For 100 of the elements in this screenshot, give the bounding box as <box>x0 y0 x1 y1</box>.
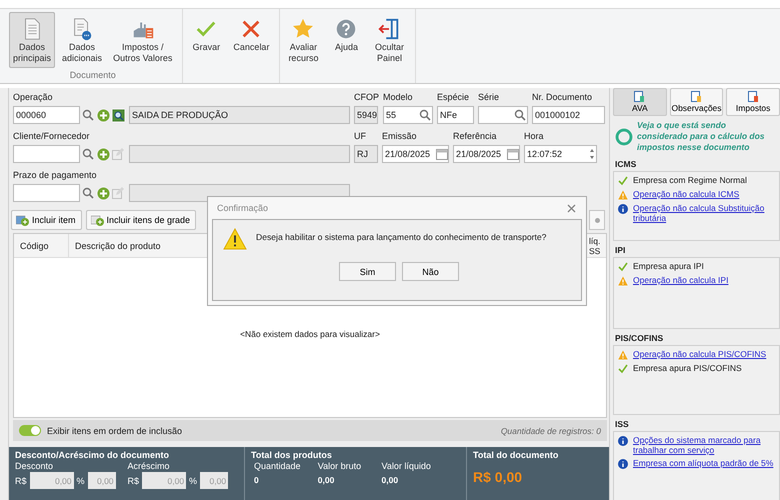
column-header: Código <box>14 234 69 257</box>
info-icon <box>618 436 628 446</box>
toggle-label: Exibir itens em ordem de inclusão <box>47 426 182 436</box>
ribbon-button[interactable]: Ajuda <box>326 12 366 57</box>
record-count: Quantidade de registros: 0 <box>500 426 601 436</box>
field-label: Desconto <box>15 461 54 471</box>
ribbon-button[interactable]: Impostos / Outros Valores <box>109 12 176 68</box>
total-value: 0,00 <box>318 475 336 485</box>
add-item-button[interactable]: Incluir item <box>11 210 82 230</box>
section-title: PIS/COFINS <box>614 332 664 345</box>
field-label: Referência <box>453 130 498 143</box>
input-field[interactable]: RJ <box>354 145 378 163</box>
ribbon-button[interactable]: Avaliar recurso <box>283 12 324 68</box>
field-label: Acréscimo <box>128 461 171 471</box>
section-title: ISS <box>614 418 630 431</box>
group-label: Documento <box>68 70 117 82</box>
date-field[interactable]: 21/08/2025 <box>382 145 449 163</box>
input-field[interactable] <box>478 106 528 124</box>
section-title: Total dos produtos <box>251 450 333 460</box>
toggle-switch[interactable] <box>19 425 41 436</box>
info-icon <box>618 204 628 214</box>
check-icon <box>618 176 628 186</box>
warning-icon <box>223 228 247 250</box>
section-title: ICMS <box>614 158 638 171</box>
input-field: 0,00 <box>88 472 116 489</box>
check-icon <box>618 364 628 374</box>
ribbon-button[interactable]: Cancelar <box>229 12 274 57</box>
field-label: UF <box>354 130 367 143</box>
status-link[interactable]: Operação não calcula ICMS <box>633 189 740 199</box>
total-value: 0,00 <box>382 475 400 485</box>
section-title: IPI <box>614 244 626 257</box>
status-text: Empresa apura IPI <box>633 261 704 271</box>
warning-icon <box>618 276 628 286</box>
dialog-title: Confirmação <box>217 203 268 213</box>
close-icon[interactable] <box>567 204 576 212</box>
calendar-icon <box>436 148 448 160</box>
document-total: R$ 0,00 <box>473 469 524 485</box>
unit-label: R$ <box>128 476 140 486</box>
status-link[interactable]: Opções do sistema marcado para trabalhar com serviço <box>633 435 775 455</box>
ribbon-button[interactable]: Gravar <box>186 12 226 57</box>
edit-button[interactable] <box>111 145 125 163</box>
field-label: Valor líquido <box>382 461 432 471</box>
description-field[interactable] <box>129 145 350 163</box>
panel-icon <box>634 91 646 102</box>
add-item-icon <box>90 214 104 226</box>
section-title: Total do documento <box>473 450 560 460</box>
input-field[interactable]: 5949 <box>354 106 378 124</box>
unit-label: R$ <box>15 476 27 486</box>
ribbon-button[interactable]: Ocultar Painel <box>369 12 410 68</box>
input-field: 0,00 <box>200 472 228 489</box>
input-field[interactable]: 000060 <box>13 106 80 124</box>
dialog-button[interactable]: Sim <box>339 262 396 281</box>
field-label: Operação <box>13 91 54 104</box>
empty-message: <Não existem dados para visualizar> <box>240 328 380 338</box>
total-value: 0 <box>254 475 260 485</box>
dot-icon <box>594 218 600 222</box>
spinner-icon <box>588 147 596 161</box>
input-field[interactable]: 55 <box>383 106 434 124</box>
status-link[interactable]: Operação não calcula Substituição tributária <box>633 203 775 223</box>
description-field[interactable]: SAIDA DE PRODUÇÃO <box>129 106 350 124</box>
field-label: Nr. Documento <box>532 91 594 104</box>
field-label: Série <box>478 91 500 104</box>
input-field[interactable] <box>13 145 80 163</box>
panel-tab[interactable]: Observações <box>670 88 724 116</box>
edit-button[interactable] <box>111 184 125 202</box>
status-link[interactable]: Empresa com alíquota padrão de 5% <box>633 458 774 468</box>
warning-icon <box>618 190 628 200</box>
field-label: CFOP <box>354 91 380 104</box>
add-item-button[interactable]: Incluir itens de grade <box>86 210 196 230</box>
input-field: 0,00 <box>142 472 186 489</box>
add-item-icon <box>16 214 29 226</box>
check-icon <box>618 262 628 272</box>
field-label: Cliente/Fornecedor <box>13 130 91 143</box>
status-link[interactable]: Operação não calcula PIS/COFINS <box>633 349 766 359</box>
input-field[interactable]: NFe <box>437 106 474 124</box>
field-label: Hora <box>524 130 545 143</box>
unit-label: % <box>189 476 198 486</box>
field-label: Quantidade <box>254 461 302 471</box>
panel-tab[interactable]: Impostos <box>726 88 780 116</box>
input-field: 0,00 <box>30 472 74 489</box>
status-text: Empresa com Regime Normal <box>633 175 747 185</box>
time-field[interactable]: 12:07:52 <box>524 145 597 163</box>
field-label: Emissão <box>382 130 418 143</box>
status-text: Empresa apura PIS/COFINS <box>633 363 742 373</box>
more-button[interactable] <box>589 210 605 230</box>
field-label: Modelo <box>383 91 414 104</box>
ribbon-button[interactable]: Dados principais <box>9 12 56 68</box>
warning-icon <box>618 350 628 360</box>
calendar-icon <box>507 148 519 160</box>
status-link[interactable]: Operação não calcula IPI <box>633 275 728 285</box>
panel-tab[interactable]: AVA <box>613 88 667 116</box>
ribbon-button[interactable]: Dados adicionais <box>58 12 106 68</box>
dialog-button[interactable]: Não <box>402 262 459 281</box>
section-title: Desconto/Acréscimo do documento <box>15 450 170 460</box>
panel-icon <box>691 91 702 102</box>
input-field[interactable]: 001000102 <box>532 106 606 124</box>
date-field[interactable]: 21/08/2025 <box>453 145 520 163</box>
info-icon <box>618 459 628 469</box>
intro-text: Veja o que está sendo considerado para o cálculo dos impostos nesse documento <box>637 120 766 153</box>
input-field[interactable] <box>13 184 80 202</box>
